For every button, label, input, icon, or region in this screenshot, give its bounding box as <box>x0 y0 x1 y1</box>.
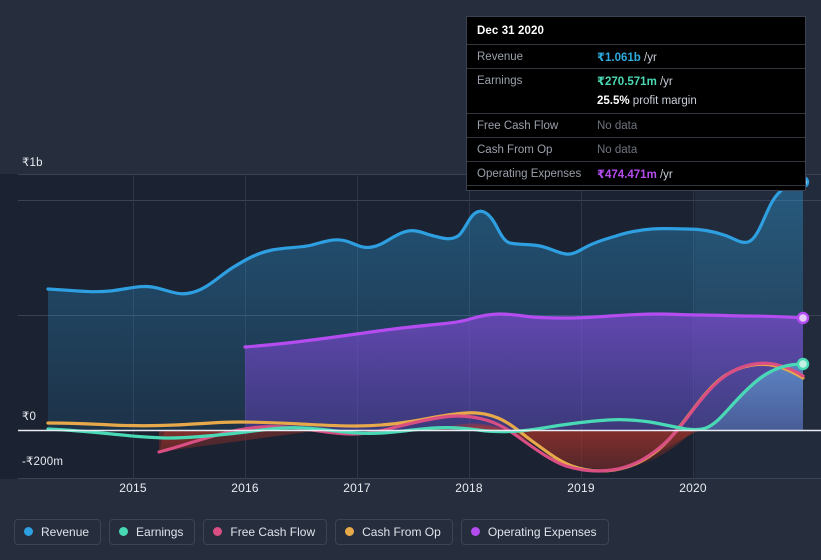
y-axis-label-0: ₹0 <box>22 411 37 423</box>
legend-label-earnings: Earnings <box>136 524 184 539</box>
tooltip-number-revenue: ₹1.061b <box>597 51 641 64</box>
tooltip-row-free-cash-flow: Free Cash Flow No data <box>467 113 805 137</box>
x-axis-label-2019: 2019 <box>567 481 595 495</box>
legend-dot-revenue-icon <box>24 527 33 536</box>
x-axis-label-2017: 2017 <box>343 481 371 495</box>
legend-label-cash-from-op: Cash From Op <box>362 524 441 539</box>
x-axis-label-2016: 2016 <box>231 481 259 495</box>
tooltip-row-earnings: Earnings ₹270.571m /yr <box>467 68 805 92</box>
tooltip-unit-operating-expenses: /yr <box>656 168 673 181</box>
tooltip-unit-profit-margin: profit margin <box>629 94 697 107</box>
y-axis-label-1b: ₹1b <box>22 157 43 169</box>
tooltip-row-cash-from-op: Cash From Op No data <box>467 137 805 161</box>
data-tooltip: Dec 31 2020 Revenue ₹1.061b /yr Earnings… <box>466 16 806 191</box>
x-axis-label-2018: 2018 <box>455 481 483 495</box>
legend-dot-cash-from-op-icon <box>345 527 355 536</box>
legend-item-earnings[interactable]: Earnings <box>109 518 196 545</box>
tooltip-value-earnings: ₹270.571m /yr <box>597 74 673 88</box>
legend-dot-earnings-icon <box>119 527 129 536</box>
chart-legend: Revenue Earnings Free Cash Flow Cash Fro… <box>0 509 821 554</box>
legend-item-operating-expenses[interactable]: Operating Expenses <box>460 518 609 545</box>
tooltip-number-operating-expenses: ₹474.471m <box>597 168 657 181</box>
y-axis-label-neg200m: -₹200m <box>22 456 64 468</box>
endpoint-marker-opex <box>796 311 810 325</box>
x-axis-label-2015: 2015 <box>119 481 147 495</box>
tooltip-date: Dec 31 2020 <box>477 25 544 37</box>
tooltip-value-revenue: ₹1.061b /yr <box>597 50 657 64</box>
tooltip-unit-earnings: /yr <box>656 75 673 88</box>
legend-label-free-cash-flow: Free Cash Flow <box>230 524 316 539</box>
tooltip-value-cash-from-op: No data <box>597 143 638 156</box>
tooltip-label-cash-from-op: Cash From Op <box>477 143 553 156</box>
legend-item-revenue[interactable]: Revenue <box>14 518 102 545</box>
endpoint-marker-earnings <box>796 357 810 371</box>
tooltip-bottom-divider <box>467 185 805 190</box>
legend-label-revenue: Revenue <box>41 524 90 539</box>
legend-item-cash-from-op[interactable]: Cash From Op <box>335 518 453 545</box>
tooltip-label-operating-expenses: Operating Expenses <box>477 167 582 180</box>
legend-item-free-cash-flow[interactable]: Free Cash Flow <box>203 518 328 545</box>
tooltip-unit-revenue: /yr <box>640 51 657 64</box>
tooltip-label-earnings: Earnings <box>477 74 523 87</box>
x-axis-label-2020: 2020 <box>679 481 707 495</box>
tooltip-value-free-cash-flow: No data <box>597 119 638 132</box>
tooltip-row-operating-expenses: Operating Expenses ₹474.471m /yr <box>467 161 805 185</box>
financial-chart-widget: ₹1b ₹0 -₹200m 2015 2016 2017 2018 2019 2… <box>0 0 821 560</box>
tooltip-label-free-cash-flow: Free Cash Flow <box>477 119 559 132</box>
tooltip-value-profit-margin: 25.5% profit margin <box>597 95 697 107</box>
tooltip-label-revenue: Revenue <box>477 50 524 63</box>
legend-dot-operating-expenses-icon <box>470 527 480 536</box>
tooltip-row-revenue: Revenue ₹1.061b /yr <box>467 44 805 68</box>
legend-label-operating-expenses: Operating Expenses <box>487 524 597 539</box>
tooltip-number-profit-margin: 25.5% <box>597 94 630 107</box>
tooltip-number-earnings: ₹270.571m <box>597 75 657 88</box>
tooltip-value-operating-expenses: ₹474.471m /yr <box>597 167 673 181</box>
tooltip-row-profit-margin: 25.5% profit margin <box>467 92 805 113</box>
legend-dot-free-cash-flow-icon <box>213 527 223 536</box>
